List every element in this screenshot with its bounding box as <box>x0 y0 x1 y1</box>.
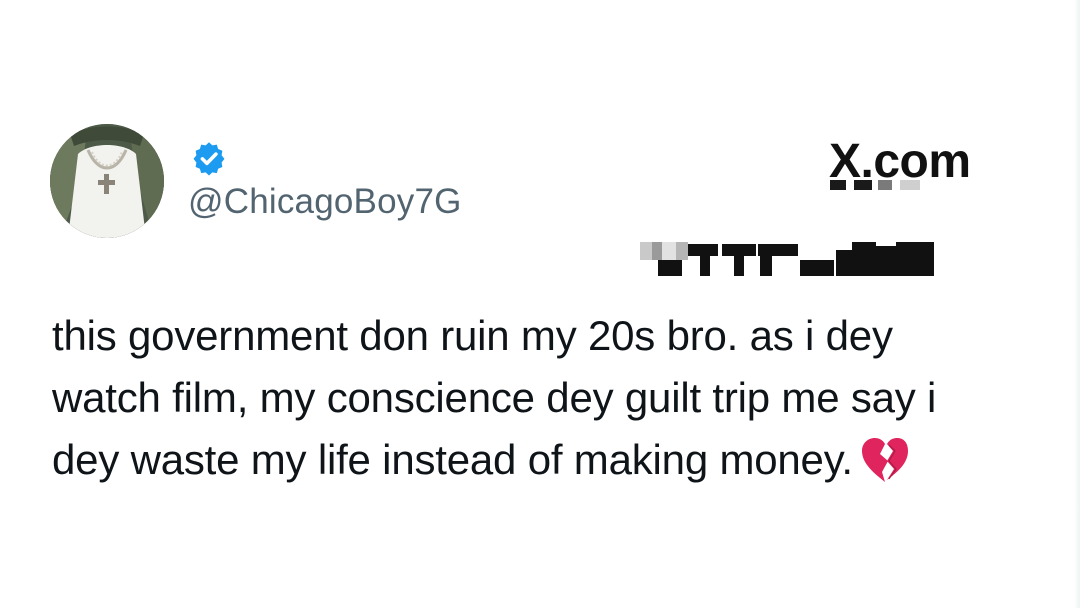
avatar[interactable] <box>50 124 164 238</box>
tweet-card: @ChicagoBoy7G X.com this government don … <box>0 0 1074 608</box>
tweet-text-line: this government don ruin my 20s bro. as … <box>52 312 893 359</box>
verified-badge-icon <box>191 140 227 176</box>
brand-underline-mask <box>830 180 922 192</box>
tweet-text-line: watch film, my conscience dey guilt trip… <box>52 374 937 421</box>
tweet-text: this government don ruin my 20s bro. as … <box>52 305 1032 491</box>
user-handle[interactable]: @ChicagoBoy7G <box>188 182 462 222</box>
tweet-text-line-content: dey waste my life instead of making mone… <box>52 436 853 483</box>
avatar-photo <box>50 124 164 238</box>
redacted-area <box>640 240 938 278</box>
broken-heart-icon <box>859 436 911 484</box>
right-edge-border <box>1074 0 1080 608</box>
tweet-text-line-last: dey waste my life instead of making mone… <box>52 429 1032 491</box>
